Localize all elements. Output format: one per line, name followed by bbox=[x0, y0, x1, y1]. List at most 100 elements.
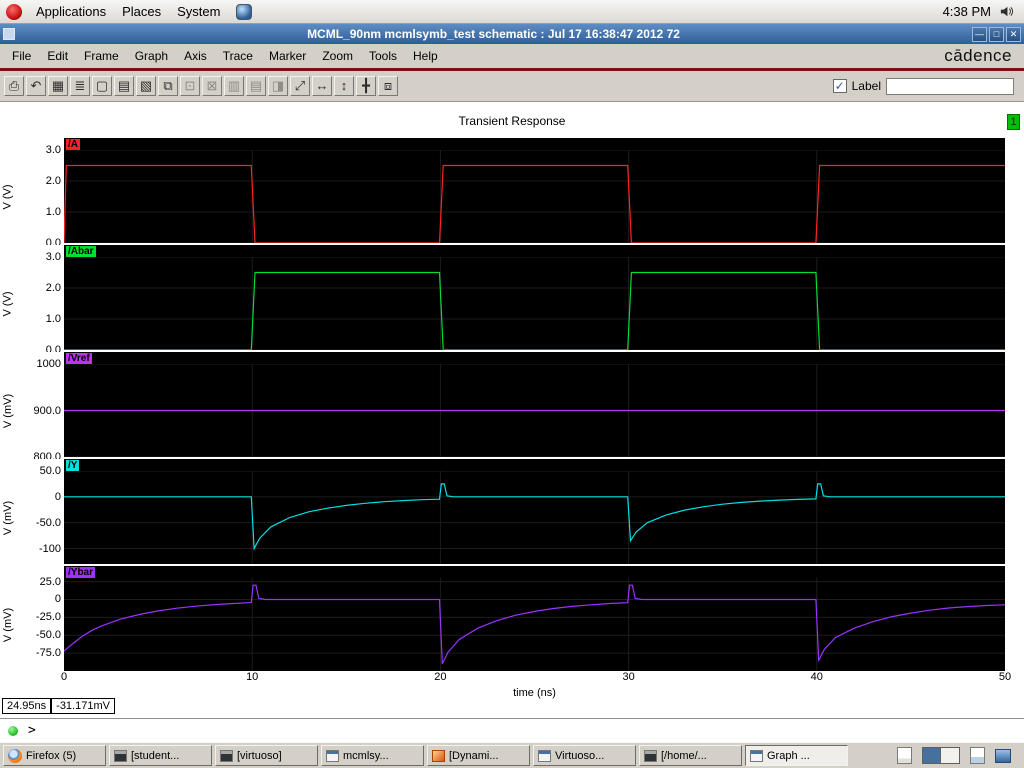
plot-area-abar[interactable]: /Abar bbox=[64, 245, 1005, 350]
waveform-y bbox=[64, 471, 1005, 564]
vert-marker-icon[interactable]: ▥ bbox=[224, 76, 244, 96]
workspace-switcher[interactable] bbox=[922, 747, 960, 764]
taskbar-button[interactable]: [virtuoso] bbox=[215, 745, 318, 766]
menu-edit[interactable]: Edit bbox=[39, 46, 76, 66]
plot-area-y[interactable]: /Y bbox=[64, 459, 1005, 564]
y-axis-title: V (V) bbox=[0, 150, 16, 243]
x-tick-label: 40 bbox=[810, 671, 823, 683]
menu-tools[interactable]: Tools bbox=[361, 46, 405, 66]
panel-app-icon[interactable] bbox=[236, 3, 253, 20]
menu-help[interactable]: Help bbox=[405, 46, 446, 66]
label-input[interactable] bbox=[886, 77, 1014, 95]
snapshot-icon[interactable]: ⊡ bbox=[180, 76, 200, 96]
copy-graph-icon[interactable]: ⧉ bbox=[158, 76, 178, 96]
waveform-a bbox=[64, 150, 1005, 243]
panel-menu-places[interactable]: Places bbox=[114, 2, 169, 21]
clock[interactable]: 4:38 PM bbox=[943, 4, 991, 19]
y-tick-label: 0 bbox=[54, 490, 61, 503]
document-icon[interactable] bbox=[970, 747, 985, 764]
grid-icon[interactable]: ▦ bbox=[48, 76, 68, 96]
undo-icon[interactable]: ↶ bbox=[26, 76, 46, 96]
page-indicator[interactable]: 1 bbox=[1007, 114, 1020, 130]
y-axis-a: V (V) 3.0 2.0 1.0 0.0 bbox=[0, 138, 64, 249]
menu-file[interactable]: File bbox=[4, 46, 39, 66]
taskbar-button-label: [/home/... bbox=[661, 749, 707, 762]
y-axis-title-text: V (V) bbox=[2, 183, 14, 210]
taskbar-button[interactable]: mcmlsy... bbox=[321, 745, 424, 766]
workspace-2[interactable] bbox=[941, 748, 959, 763]
screen: Applications Places System 4:38 PM MCML_90… bbox=[0, 0, 1024, 768]
trace-label-ybar[interactable]: /Ybar bbox=[66, 567, 96, 578]
y-tick-label: -75.0 bbox=[35, 647, 61, 660]
minimize-button[interactable]: — bbox=[972, 26, 987, 42]
notes-icon[interactable] bbox=[897, 747, 912, 764]
command-prompt[interactable]: > bbox=[28, 723, 36, 738]
y-axis-title-text: V (mV) bbox=[2, 500, 15, 535]
y-axis-title: V (mV) bbox=[0, 471, 16, 564]
menu-axis[interactable]: Axis bbox=[176, 46, 215, 66]
panel-menu-system[interactable]: System bbox=[169, 2, 228, 21]
plot-strip-y: V (mV) 50.0 0 -50.0 -100/Y bbox=[0, 459, 1005, 564]
window-menu-icon[interactable] bbox=[3, 28, 15, 40]
taskbar-button[interactable]: [/home/... bbox=[639, 745, 742, 766]
y-axis-title-text: V (V) bbox=[2, 290, 14, 317]
fit-window-icon[interactable]: ⧈ bbox=[378, 76, 398, 96]
volume-icon[interactable] bbox=[999, 4, 1014, 19]
subwindow-icon[interactable]: ▢ bbox=[92, 76, 112, 96]
plot-area-vref[interactable]: /Vref bbox=[64, 352, 1005, 457]
titlebar[interactable]: MCML_90nm mcmlsymb_test schematic : Jul … bbox=[0, 24, 1024, 44]
maximize-button[interactable]: □ bbox=[989, 26, 1004, 42]
menu-zoom[interactable]: Zoom bbox=[314, 46, 361, 66]
firefox-icon bbox=[8, 748, 22, 763]
taskbar-button[interactable]: Firefox (5) bbox=[3, 745, 106, 766]
x-tick-label: 10 bbox=[246, 671, 259, 683]
y-tick-label: -100 bbox=[38, 542, 61, 555]
y-tick-label: -25.0 bbox=[35, 611, 61, 624]
y-axis-abar: V (V) 3.0 2.0 1.0 0.0 bbox=[0, 245, 64, 356]
print-icon[interactable]: ⎙ bbox=[4, 76, 24, 96]
screen-icon[interactable] bbox=[995, 748, 1011, 763]
cursor-readout: 24.95ns -31.171mV bbox=[2, 698, 115, 714]
workspace-1[interactable] bbox=[923, 748, 941, 763]
trace-label-abar[interactable]: /Abar bbox=[66, 246, 96, 257]
legend-icon[interactable]: ≣ bbox=[70, 76, 90, 96]
y-tick-label: 2.0 bbox=[45, 282, 61, 294]
taskbar-button[interactable]: [student... bbox=[109, 745, 212, 766]
pan-icon[interactable]: ╋ bbox=[356, 76, 376, 96]
menu-graph[interactable]: Graph bbox=[127, 46, 176, 66]
x-tick-label: 30 bbox=[622, 671, 635, 683]
strip-mode-icon[interactable]: ▤ bbox=[114, 76, 134, 96]
horiz-marker-icon[interactable]: ▤ bbox=[246, 76, 266, 96]
close-button[interactable]: ✕ bbox=[1006, 26, 1021, 42]
plot-area-a[interactable]: /A bbox=[64, 138, 1005, 243]
y-tick-label: 50.0 bbox=[39, 465, 61, 477]
cursor-y-value: -31.171mV bbox=[51, 698, 115, 714]
taskbar-buttons: Firefox (5) [student... [virtuoso] mcmlsy..… bbox=[3, 745, 848, 766]
overlay-mode-icon[interactable]: ▧ bbox=[136, 76, 156, 96]
y-axis-vref: V (mV) 1000 900.0 800.0 bbox=[0, 352, 64, 463]
x-tick-label: 50 bbox=[998, 671, 1012, 683]
menu-frame[interactable]: Frame bbox=[76, 46, 127, 66]
trace-label-vref[interactable]: /Vref bbox=[66, 353, 92, 364]
trace-label-a[interactable]: /A bbox=[66, 139, 80, 150]
plot-area-ybar[interactable]: /Ybar bbox=[64, 566, 1005, 671]
redhat-menu-icon[interactable] bbox=[6, 3, 22, 20]
cut-icon[interactable]: ⊠ bbox=[202, 76, 222, 96]
desktop-panel: Applications Places System 4:38 PM bbox=[0, 0, 1024, 24]
trace-label-y[interactable]: /Y bbox=[66, 460, 80, 471]
taskbar-button[interactable]: Virtuoso... bbox=[533, 745, 636, 766]
zoom-x-icon[interactable]: ↔ bbox=[312, 76, 332, 96]
menu-trace[interactable]: Trace bbox=[215, 46, 261, 66]
menu-marker[interactable]: Marker bbox=[261, 46, 314, 66]
zoom-fit-icon[interactable]: ⤢ bbox=[290, 76, 310, 96]
zoom-y-icon[interactable]: ↕ bbox=[334, 76, 354, 96]
y-axis-title: V (mV) bbox=[0, 578, 16, 671]
label-checkbox[interactable]: ✓ bbox=[832, 79, 847, 93]
point-marker-icon[interactable]: ◨ bbox=[268, 76, 288, 96]
panel-menu-applications[interactable]: Applications bbox=[28, 2, 114, 21]
y-tick-label: 900.0 bbox=[33, 404, 61, 417]
x-tick-label: 20 bbox=[434, 671, 447, 683]
taskbar-button[interactable]: [Dynami... bbox=[427, 745, 530, 766]
taskbar-button-label: Graph ... bbox=[767, 749, 810, 762]
taskbar-button[interactable]: Graph ... bbox=[745, 745, 848, 766]
